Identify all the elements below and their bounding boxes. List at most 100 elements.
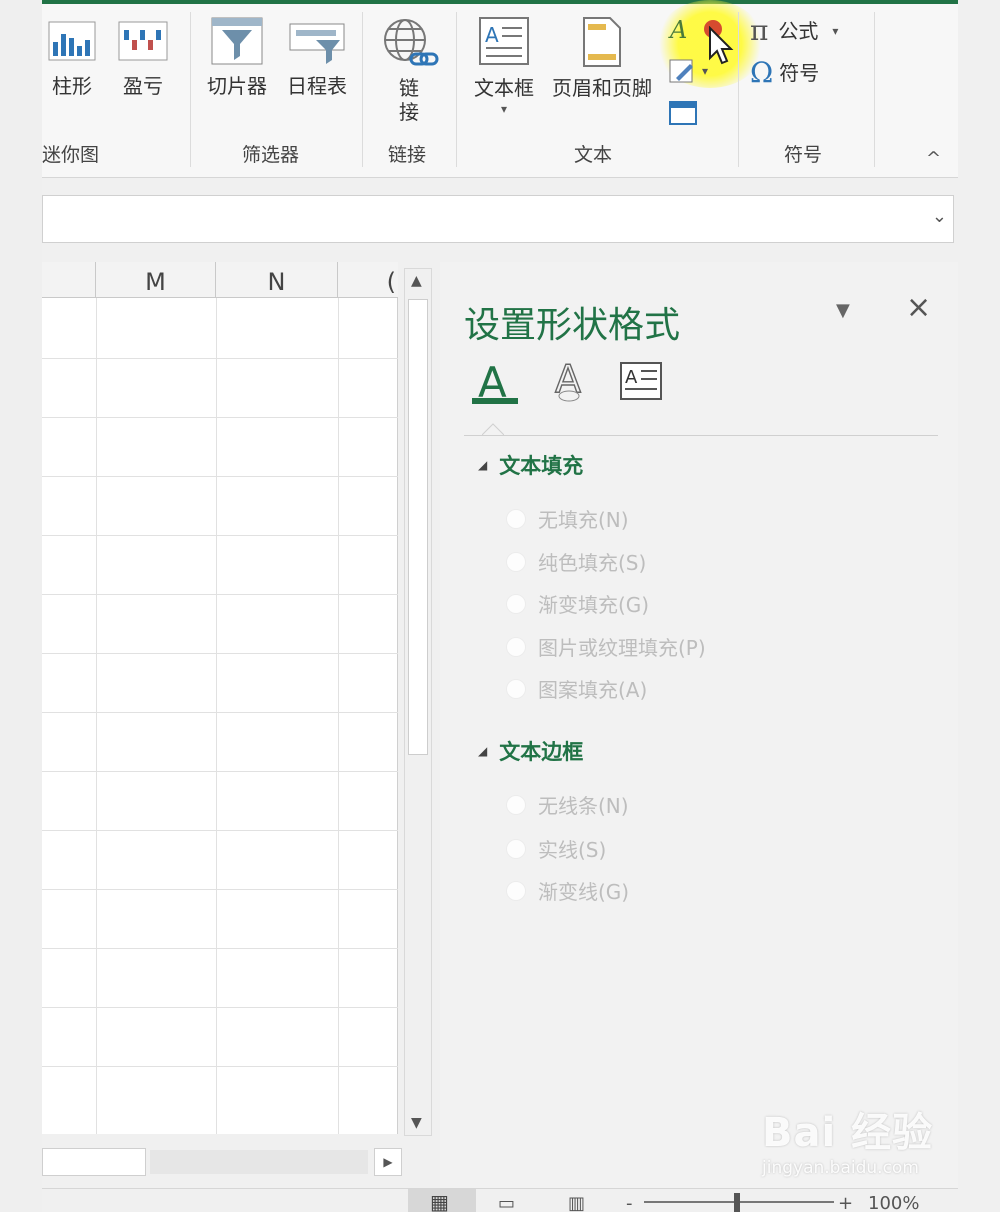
option-label: 渐变线(G)	[538, 880, 630, 904]
option-label: 无线条(N)	[538, 794, 629, 818]
mouse-cursor-icon	[709, 26, 734, 65]
formula-bar[interactable]: ⌄	[42, 195, 954, 243]
normal-view-button[interactable]: ▦	[408, 1189, 476, 1212]
group-text-label: 文本	[574, 144, 613, 166]
option-solid-fill[interactable]: 纯色填充(S)	[506, 547, 646, 576]
option-solid-line[interactable]: 实线(S)	[506, 834, 606, 863]
grid-line	[42, 653, 398, 654]
signature-line-button[interactable]: ▾	[668, 56, 708, 86]
textbox-layout-icon: A	[620, 362, 662, 400]
scroll-right-icon[interactable]: ▶	[374, 1148, 402, 1176]
column-header-partial[interactable]	[42, 262, 96, 298]
symbol-button[interactable]: Ω 符号	[750, 56, 819, 89]
horizontal-scrollbar[interactable]	[150, 1150, 368, 1174]
chevron-down-icon[interactable]: ⌄	[932, 206, 947, 227]
option-label: 渐变填充(G)	[538, 593, 650, 617]
radio-button[interactable]	[506, 508, 526, 529]
timeline-label: 日程表	[287, 74, 347, 98]
zoom-level[interactable]: 100%	[868, 1193, 919, 1212]
tab-text-effects[interactable]: A	[544, 356, 594, 406]
group-sparklines-label: 迷你图	[42, 144, 100, 166]
radio-button[interactable]	[506, 593, 526, 614]
radio-button[interactable]	[506, 838, 526, 859]
tab-pointer-caret	[482, 423, 504, 436]
section-text-fill[interactable]: ◢ 文本填充	[478, 450, 583, 480]
sparkline-column-button[interactable]: 柱形	[42, 18, 102, 98]
scrollbar-thumb[interactable]	[408, 299, 428, 755]
pane-options-icon[interactable]: ▼	[836, 300, 850, 321]
vertical-scrollbar[interactable]: ▲ ▼	[404, 268, 432, 1136]
grid-line	[42, 358, 398, 359]
object-button[interactable]	[668, 100, 698, 126]
zoom-slider-thumb[interactable]	[734, 1193, 740, 1212]
grid-line	[42, 1007, 398, 1008]
option-no-fill[interactable]: 无填充(N)	[506, 504, 629, 533]
sparkline-winloss-button[interactable]: 盈亏	[112, 18, 174, 98]
grid-line	[42, 712, 398, 713]
header-footer-button[interactable]: 页眉和页脚	[546, 16, 658, 100]
radio-button[interactable]	[506, 551, 526, 572]
signature-pen-icon	[669, 59, 693, 83]
pane-divider	[464, 435, 938, 436]
link-button[interactable]: 链 接	[372, 14, 446, 124]
radio-button[interactable]	[506, 636, 526, 657]
horizontal-bar: ▶	[42, 1148, 402, 1176]
slicer-icon	[211, 17, 263, 65]
column-header-o[interactable]: (	[338, 262, 398, 298]
option-gradient-fill[interactable]: 渐变填充(G)	[506, 589, 649, 618]
watermark-brand: Bai 经验	[762, 1110, 934, 1156]
zoom-in-icon[interactable]: +	[838, 1193, 853, 1212]
grid-line	[42, 417, 398, 418]
timeline-button[interactable]: 日程表	[280, 16, 354, 98]
radio-button[interactable]	[506, 880, 526, 901]
option-label: 图片或纹理填充(P)	[538, 636, 706, 660]
svg-text:A: A	[668, 16, 687, 44]
grid-line	[42, 889, 398, 890]
group-links-label: 链接	[388, 144, 427, 166]
group-symbols-label: 符号	[784, 144, 823, 166]
text-effects-icon: A	[554, 358, 581, 402]
grid-line	[42, 535, 398, 536]
equation-label: 公式	[778, 18, 819, 43]
svg-text:A: A	[478, 359, 507, 403]
section-text-outline[interactable]: ◢ 文本边框	[478, 736, 583, 766]
option-pattern-fill[interactable]: 图案填充(A)	[506, 674, 647, 703]
close-icon[interactable]: ×	[906, 290, 931, 325]
page-layout-view-icon[interactable]: ▭	[498, 1193, 515, 1212]
radio-button[interactable]	[506, 678, 526, 699]
slicer-button[interactable]: 切片器	[200, 16, 274, 98]
equation-button[interactable]: π 公式 ▾	[750, 14, 838, 47]
svg-text:A: A	[625, 367, 638, 388]
option-gradient-line[interactable]: 渐变线(G)	[506, 876, 629, 905]
column-header-n[interactable]: N	[216, 262, 338, 298]
text-fill-icon: A	[478, 359, 507, 403]
zoom-out-icon[interactable]: -	[626, 1193, 633, 1212]
link-label-line2: 接	[399, 100, 419, 124]
option-picture-fill[interactable]: 图片或纹理填充(P)	[506, 632, 706, 661]
section-title: 文本填充	[499, 454, 584, 478]
textbox-label: 文本框	[474, 76, 534, 100]
spreadsheet-grid[interactable]: M N (	[42, 262, 398, 1134]
option-no-line[interactable]: 无线条(N)	[506, 790, 629, 819]
sheet-tab-area[interactable]	[42, 1148, 146, 1176]
ribbon-separator	[362, 12, 363, 167]
grid-line	[42, 830, 398, 831]
grid-line	[42, 594, 398, 595]
wordart-icon: A	[668, 16, 687, 44]
column-header-m[interactable]: M	[96, 262, 216, 298]
grid-line	[96, 298, 97, 1134]
scroll-down-icon[interactable]: ▼	[411, 1115, 422, 1131]
textbox-button[interactable]: A 文本框 ▾	[466, 16, 542, 116]
page-break-view-icon[interactable]: ▥	[568, 1193, 585, 1212]
ribbon-separator	[738, 12, 739, 167]
grid-line	[42, 1066, 398, 1067]
tab-textbox[interactable]: A	[616, 356, 666, 406]
grid-view-icon: ▦	[430, 1190, 449, 1212]
scroll-up-icon[interactable]: ▲	[411, 273, 422, 289]
collapse-ribbon-icon[interactable]: ^	[926, 148, 941, 169]
svg-text:A: A	[485, 23, 499, 47]
radio-button[interactable]	[506, 794, 526, 815]
timeline-icon	[289, 23, 345, 64]
ribbon-separator	[456, 12, 457, 167]
chevron-down-icon: ▾	[500, 102, 508, 116]
